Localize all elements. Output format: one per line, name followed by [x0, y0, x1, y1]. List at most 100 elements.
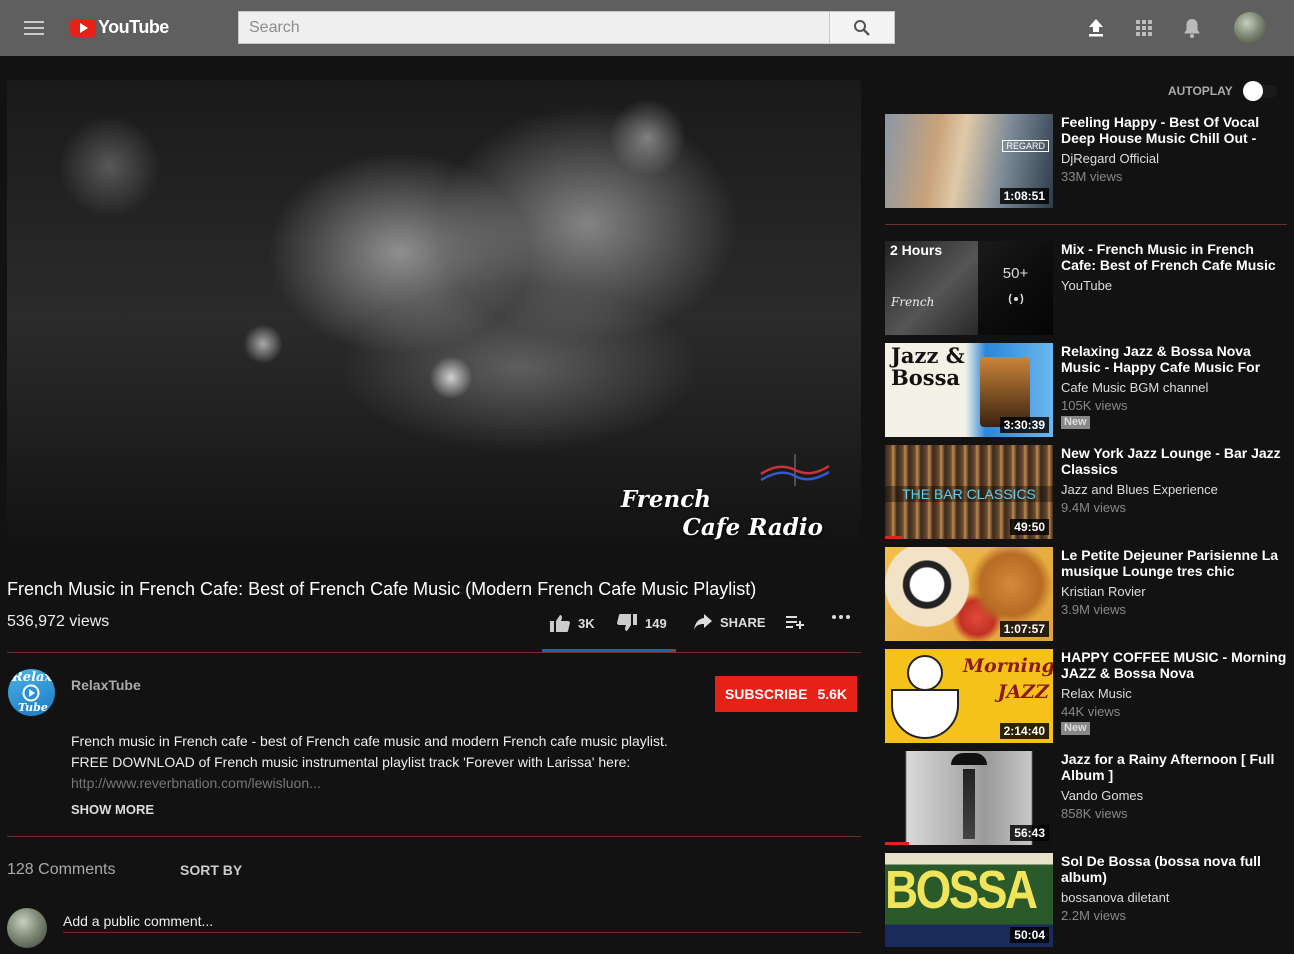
channel-name: Vando Gomes — [1061, 788, 1144, 803]
thumbs-down-icon — [617, 614, 637, 631]
channel-name: DjRegard Official — [1061, 151, 1160, 166]
view-count: 44K views — [1061, 704, 1121, 719]
toggle-knob — [1243, 81, 1263, 101]
thumbs-up-icon — [550, 615, 570, 632]
dislike-count: 149 — [645, 615, 667, 631]
new-badge: New — [1061, 416, 1090, 429]
divider — [7, 652, 861, 653]
thumbnail-text: THE BAR CLASSICS — [885, 486, 1053, 502]
mix-overlay: 50+ — [978, 241, 1053, 335]
more-actions-button[interactable] — [831, 614, 851, 620]
sort-by-button[interactable]: SORT BY — [180, 862, 242, 878]
pug-face-graphic — [907, 655, 943, 691]
avatar-text-top: Relax — [12, 670, 53, 685]
description-line: FREE DOWNLOAD of French music instrument… — [71, 754, 631, 770]
share-label: SHARE — [720, 614, 766, 630]
video-title[interactable]: Feeling Happy - Best Of Vocal Deep House… — [1061, 114, 1287, 146]
logo-text: YouTube — [98, 17, 169, 37]
duration-badge: 50:04 — [1010, 927, 1049, 943]
divider — [7, 836, 861, 837]
recommended-video[interactable]: Morning JAZZ 2:14:40 HAPPY COFFEE MUSIC … — [885, 649, 1287, 743]
duration-badge: 1:08:51 — [999, 188, 1049, 204]
channel-name[interactable]: RelaxTube — [71, 677, 141, 693]
share-arrow-icon — [694, 614, 712, 630]
channel-avatar[interactable]: Relax Tube — [8, 669, 55, 716]
video-title[interactable]: New York Jazz Lounge - Bar Jazz Classics — [1061, 445, 1287, 477]
duration-badge: 49:50 — [1010, 519, 1049, 535]
video-title[interactable]: Relaxing Jazz & Bossa Nova Music - Happy… — [1061, 343, 1287, 375]
description-line: French music in French cafe - best of Fr… — [71, 733, 668, 749]
top-bar: YouTube — [0, 0, 1294, 56]
dislike-button[interactable]: 149 — [617, 614, 667, 632]
thumbnail-text: Jazz & Bossa — [891, 343, 965, 390]
recommended-video[interactable]: 56:43 Jazz for a Rainy Afternoon [ Full … — [885, 751, 1285, 845]
video-thumbnail[interactable]: REGARD 1:08:51 — [885, 114, 1053, 208]
duration-badge: 2:14:40 — [999, 723, 1049, 739]
video-thumbnail[interactable]: Jazz & Bossa 3:30:39 — [885, 343, 1053, 437]
channel-name: Kristian Rovier — [1061, 584, 1146, 599]
thumbnail-label: 2 Hours — [890, 242, 943, 258]
video-player[interactable]: French Cafe Radio — [7, 80, 861, 560]
search-icon — [854, 19, 870, 36]
coffee-cup-graphic — [891, 689, 959, 739]
view-count: 9.4M views — [1061, 500, 1127, 515]
video-thumbnail[interactable]: 1:07:57 — [885, 547, 1053, 641]
video-title[interactable]: Jazz for a Rainy Afternoon [ Full Album … — [1061, 751, 1287, 783]
comment-input[interactable] — [63, 909, 861, 933]
autoplay-label: AUTOPLAY — [1168, 84, 1233, 98]
autoplay-separator — [885, 224, 1287, 225]
figure-graphic — [963, 769, 975, 839]
duration-badge: 56:43 — [1010, 825, 1049, 841]
video-description: French music in French cafe - best of Fr… — [71, 731, 668, 794]
video-title[interactable]: HAPPY COFFEE MUSIC - Morning JAZZ & Boss… — [1061, 649, 1287, 681]
playlist-add-icon — [786, 616, 804, 629]
mix-thumbnail[interactable]: 2 Hours French 50+ — [885, 241, 1053, 335]
view-count: 3.9M views — [1061, 602, 1127, 617]
video-title[interactable]: Le Petite Dejeuner Parisienne La musique… — [1061, 547, 1287, 579]
umbrella-graphic — [951, 753, 987, 765]
video-overlay-brand: French Cafe Radio — [621, 486, 823, 542]
notifications-bell-icon[interactable] — [1180, 16, 1204, 40]
video-title[interactable]: Mix - French Music in French Cafe: Best … — [1061, 241, 1287, 273]
playlist-count: 50+ — [1002, 265, 1029, 282]
description-link[interactable]: http://www.reverbnation.com/lewisluon... — [71, 773, 668, 794]
account-avatar[interactable] — [1234, 12, 1266, 44]
like-button[interactable]: 3K — [550, 614, 595, 632]
recommended-video[interactable]: Jazz & Bossa 3:30:39 Relaxing Jazz & Bos… — [885, 343, 1285, 437]
thumbnail-watermark: REGARD — [1002, 140, 1049, 152]
recommended-video[interactable]: REGARD 1:08:51 Feeling Happy - Best Of V… — [885, 114, 1285, 208]
channel-name: Jazz and Blues Experience — [1061, 482, 1218, 497]
recommended-video[interactable]: BOSSA 50:04 Sol De Bossa (bossa nova ful… — [885, 853, 1285, 947]
overlay-line1: French — [620, 486, 711, 513]
video-thumbnail[interactable]: 56:43 — [885, 751, 1053, 845]
video-thumbnail[interactable]: Morning JAZZ 2:14:40 — [885, 649, 1053, 743]
upload-icon[interactable] — [1084, 16, 1108, 40]
view-count: 2.2M views — [1061, 908, 1127, 923]
share-button[interactable]: SHARE — [694, 614, 766, 630]
youtube-play-icon — [70, 18, 96, 37]
youtube-logo[interactable]: YouTube — [70, 17, 169, 38]
channel-name: Cafe Music BGM channel — [1061, 380, 1209, 395]
recommended-video[interactable]: THE BAR CLASSICS 49:50 New York Jazz Lou… — [885, 445, 1285, 539]
autoplay-toggle[interactable] — [1241, 80, 1277, 102]
video-title[interactable]: Sol De Bossa (bossa nova full album) — [1061, 853, 1287, 885]
search-bar — [238, 11, 895, 44]
subscribe-button[interactable]: SUBSCRIBE 5.6K — [715, 676, 857, 712]
video-thumbnail[interactable]: THE BAR CLASSICS 49:50 — [885, 445, 1053, 539]
menu-icon[interactable] — [22, 17, 46, 39]
show-more-button[interactable]: SHOW MORE — [71, 802, 154, 817]
play-circle-icon — [22, 684, 40, 702]
video-thumbnail[interactable]: BOSSA 50:04 — [885, 853, 1053, 947]
search-input[interactable] — [238, 11, 830, 44]
subscribe-label: SUBSCRIBE — [724, 686, 808, 702]
watch-progress-bar — [885, 842, 909, 845]
add-to-playlist-button[interactable] — [786, 614, 806, 630]
recommended-video[interactable]: 1:07:57 Le Petite Dejeuner Parisienne La… — [885, 547, 1285, 641]
thumbnail-logo: French — [891, 295, 935, 309]
search-button[interactable] — [830, 11, 895, 44]
avatar-text-bottom: Tube — [18, 701, 48, 714]
recommended-mix[interactable]: 2 Hours French 50+ Mix - French Music in… — [885, 241, 1285, 335]
apps-grid-icon[interactable] — [1132, 16, 1156, 40]
channel-name: YouTube — [1061, 278, 1113, 293]
thumbnail-text: Morning JAZZ — [963, 655, 1053, 703]
